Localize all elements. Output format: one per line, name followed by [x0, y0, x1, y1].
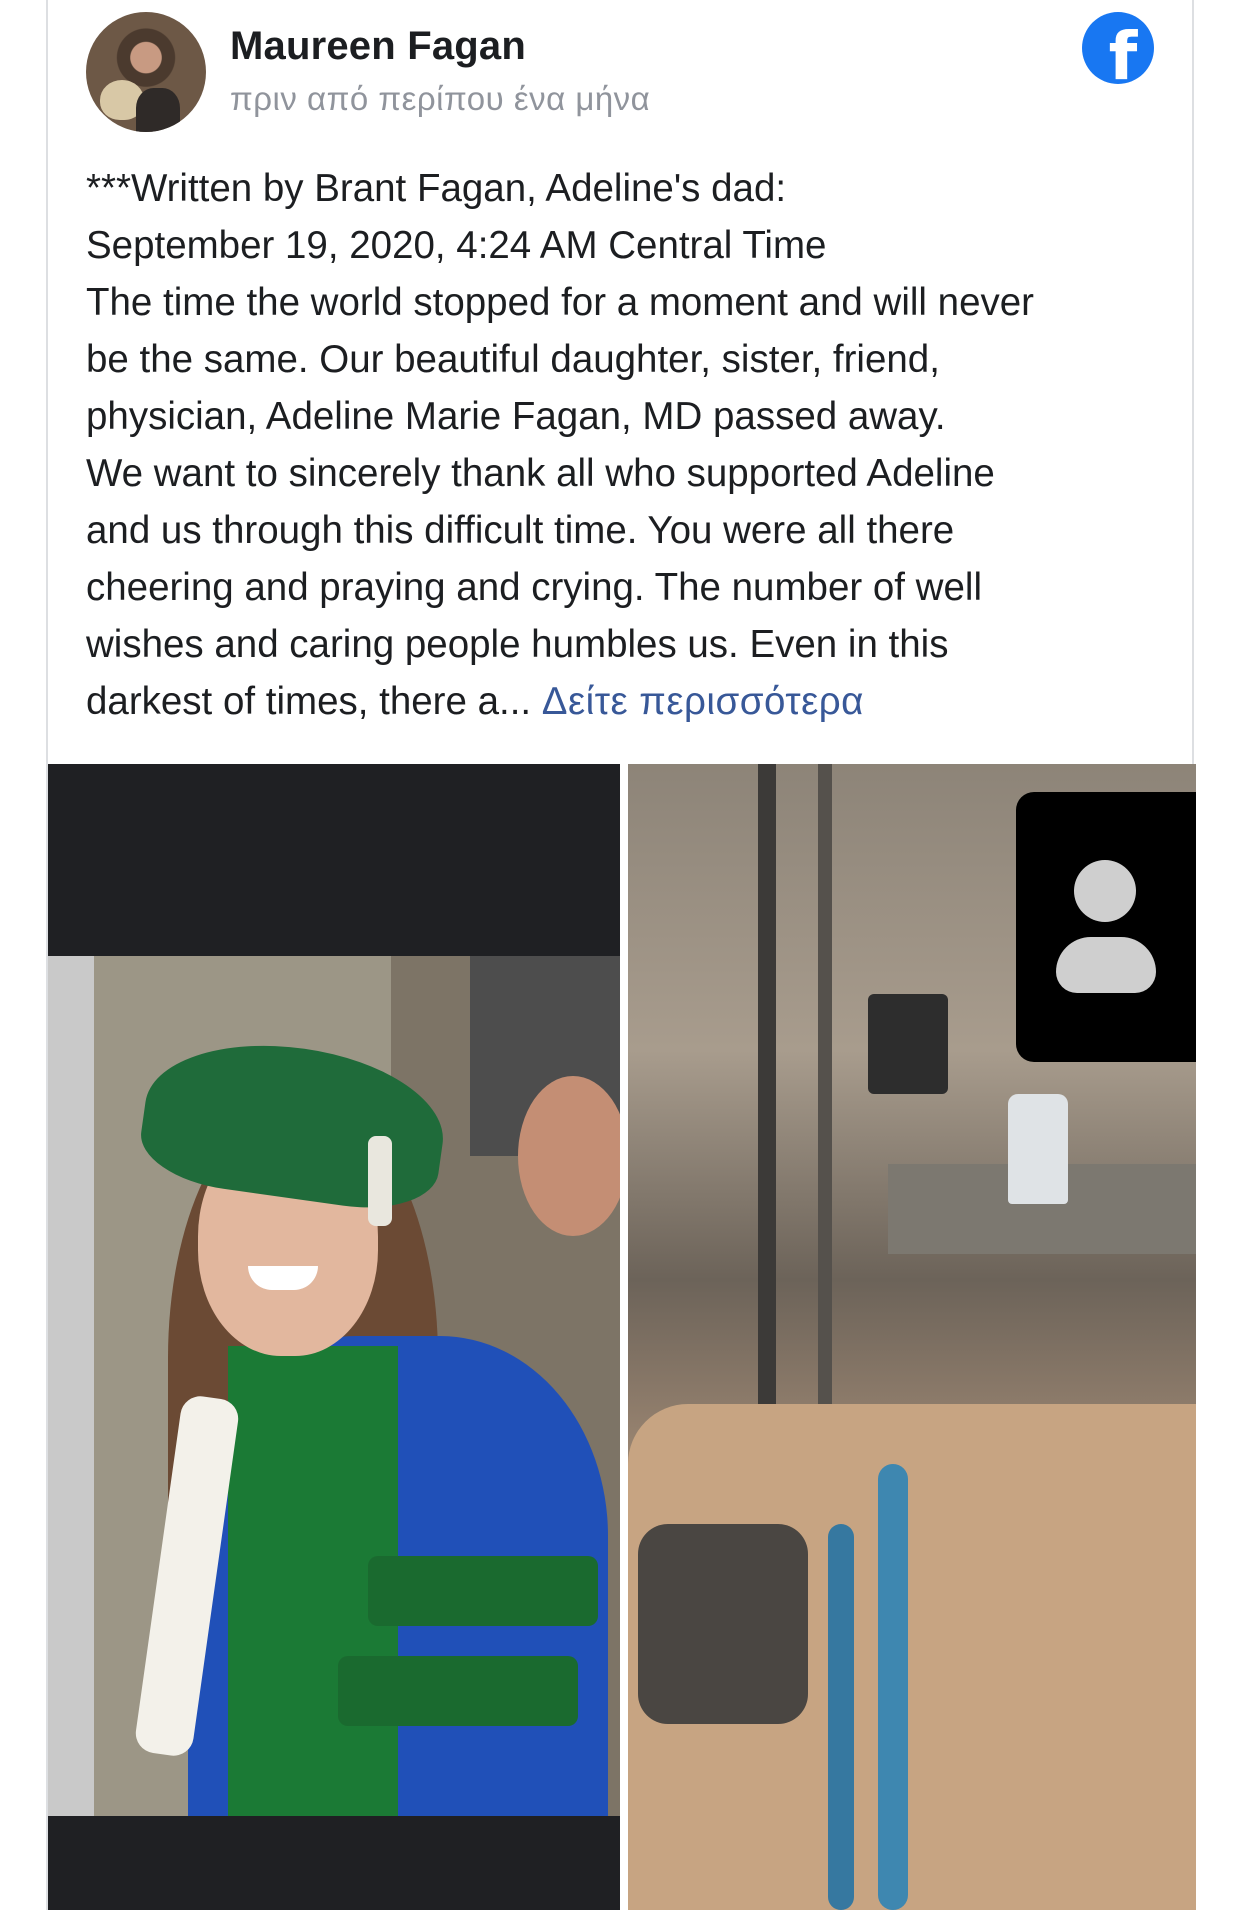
avatar-person — [136, 88, 180, 132]
post-text-line: September 19, 2020, 4:24 AM Central Time — [86, 224, 827, 267]
background-person — [518, 1076, 620, 1236]
post-text-last-line: darkest of times, there a... Δείτε περισ… — [86, 673, 1166, 730]
bottle — [1008, 1094, 1068, 1204]
post-text-line: and us through this difficult time. You … — [86, 509, 955, 552]
ventilator-tube — [828, 1524, 854, 1910]
sleeve-stripe — [368, 1556, 598, 1626]
post-text-line: cheering and praying and crying. The num… — [86, 566, 983, 609]
facebook-post-card: Maureen Fagan πριν από περίπου ένα μήνα … — [46, 0, 1196, 1910]
hospital-photo[interactable] — [628, 764, 1196, 1910]
iv-pole — [818, 764, 832, 1464]
post-text-line: be the same. Our beautiful daughter, sis… — [86, 338, 940, 381]
sleeve-stripe — [338, 1656, 578, 1726]
person-icon — [1074, 860, 1136, 922]
graduation-image — [48, 956, 620, 1816]
person-icon-body — [1056, 937, 1156, 993]
facebook-icon: f — [1082, 12, 1154, 84]
monitor — [868, 994, 948, 1094]
post-text-line: We want to sincerely thank all who suppo… — [86, 452, 995, 495]
post-text-line: ***Written by Brant Fagan, Adeline's dad… — [86, 167, 787, 210]
truncated-text: darkest of times, there a... — [86, 680, 532, 723]
graduation-cap — [135, 1027, 453, 1219]
ventilator-tube — [878, 1464, 908, 1910]
graduation-photo[interactable] — [48, 764, 620, 1910]
post-text: ***Written by Brant Fagan, Adeline's dad… — [86, 160, 1166, 730]
post-timestamp[interactable]: πριν από περίπου ένα μήνα — [230, 80, 650, 118]
post-text-line: wishes and caring people humbles us. Eve… — [86, 623, 949, 666]
tassel — [368, 1136, 392, 1226]
medical-machine — [638, 1524, 808, 1724]
post-author-name[interactable]: Maureen Fagan — [230, 24, 526, 69]
post-text-line: The time the world stopped for a moment … — [86, 281, 1034, 324]
author-avatar[interactable] — [86, 12, 206, 132]
see-more-link[interactable]: Δείτε περισσότερα — [542, 680, 864, 723]
video-call-tile — [1016, 792, 1196, 1062]
post-text-line: physician, Adeline Marie Fagan, MD passe… — [86, 395, 946, 438]
